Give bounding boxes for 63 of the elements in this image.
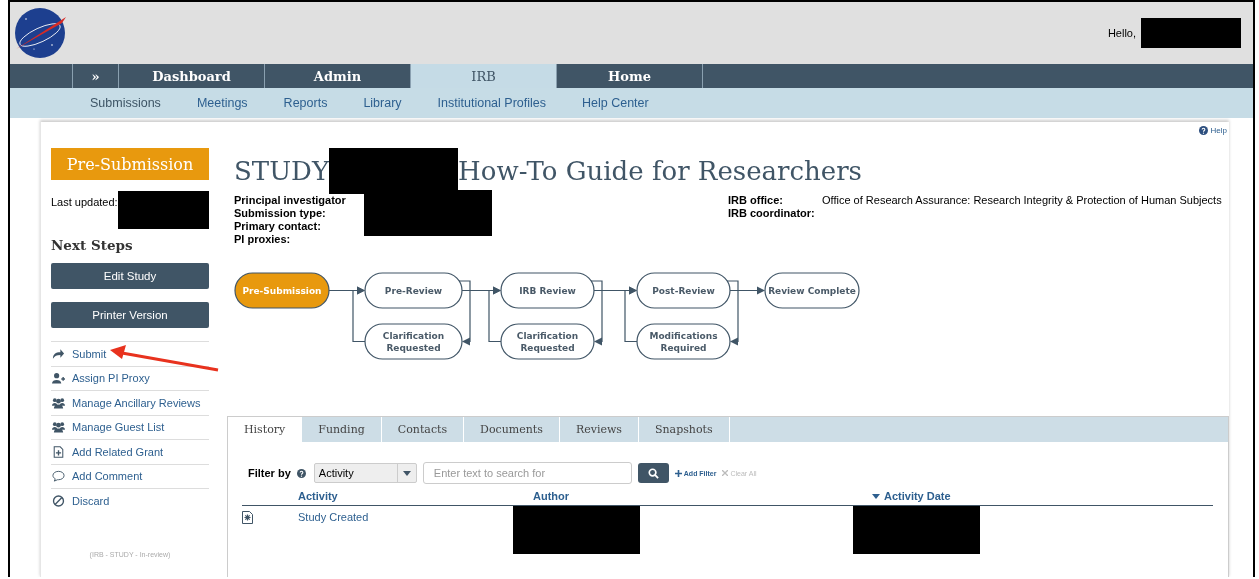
close-icon [722,470,729,476]
column-header[interactable]: Activity [298,490,338,502]
field-label: Principal investigator [234,194,346,207]
workflow-node: Clarification Requested [500,323,595,360]
caret-icon [402,470,411,476]
flow-arrow [729,286,766,295]
users-icon [52,396,65,409]
share-arrow-icon [52,347,65,360]
action-link[interactable]: Add Comment [72,470,143,483]
page-title: STUDY [234,156,330,186]
nav-tab[interactable]: IRB [410,64,556,88]
field-label: PI proxies: [234,233,292,246]
action-link[interactable]: Add Related Grant [72,445,164,458]
column-header[interactable]: Author [533,490,570,502]
workflow-node: Review Complete [764,272,860,309]
add-user-icon [52,372,65,385]
users-icon [52,421,65,434]
workflow-node: Pre-Review [364,272,463,309]
workflow-node: Post-Review [636,272,731,309]
action-link[interactable]: Submit [72,347,107,360]
search-icon [647,467,659,479]
action-link[interactable]: Assign PI Proxy [72,372,150,385]
action-link[interactable]: Discard [72,494,110,507]
greeting: Hello, [1107,27,1136,39]
workflow-node: IRB Review [500,272,595,309]
subnav-link[interactable]: Reports [283,96,328,110]
state-badge: Pre-Submission [51,148,209,180]
filter-dropdown[interactable]: Activity [313,463,417,483]
last-updated-label: Last updated: [51,196,118,208]
subnav-link[interactable]: Help Center [582,96,649,110]
subnav-link[interactable]: Submissions [90,96,161,110]
plus-icon [674,469,682,477]
column-header[interactable]: Activity Date [884,490,951,502]
filter-label: Filter by [248,467,291,479]
workflow-node: Modifications Required [636,323,731,360]
logo-icon [12,5,68,61]
help-link[interactable]: Help [1210,126,1227,135]
subnav-link[interactable]: Institutional Profiles [437,96,546,110]
section-heading: Next Steps [51,237,134,253]
action-button[interactable]: Edit Study [51,263,209,289]
help-icon [296,468,306,478]
workflow-node: Clarification Requested [364,323,463,360]
workflow-node: Pre-Submission [234,272,330,309]
comment-icon [52,470,65,483]
help-icon [1198,126,1208,135]
field-label: Submission type: [234,207,327,220]
field-value: Office of Research Assurance: Research Integrity & Protection of Human Subjects [822,194,1223,207]
file-add-icon [52,445,65,458]
action-button[interactable]: Printer Version [51,302,209,328]
field-label: IRB office: [728,194,784,207]
field-label: IRB coordinator: [728,207,816,220]
page-title: How-To Guide for Researchers [458,156,862,186]
action-link[interactable]: Manage Ancillary Reviews [72,396,201,409]
activity-link[interactable]: Study Created [298,511,369,523]
search-field[interactable]: Enter text to search for [422,462,632,484]
field-label: Primary contact: [234,220,322,233]
action-link[interactable]: Manage Guest List [72,421,165,434]
prohibited-icon [52,494,65,507]
document-icon [242,511,253,524]
subnav-link[interactable]: Library [363,96,402,110]
search-button[interactable] [637,463,669,483]
panel-tab[interactable]: History [228,417,303,442]
subnav-link[interactable]: Meetings [196,96,248,110]
